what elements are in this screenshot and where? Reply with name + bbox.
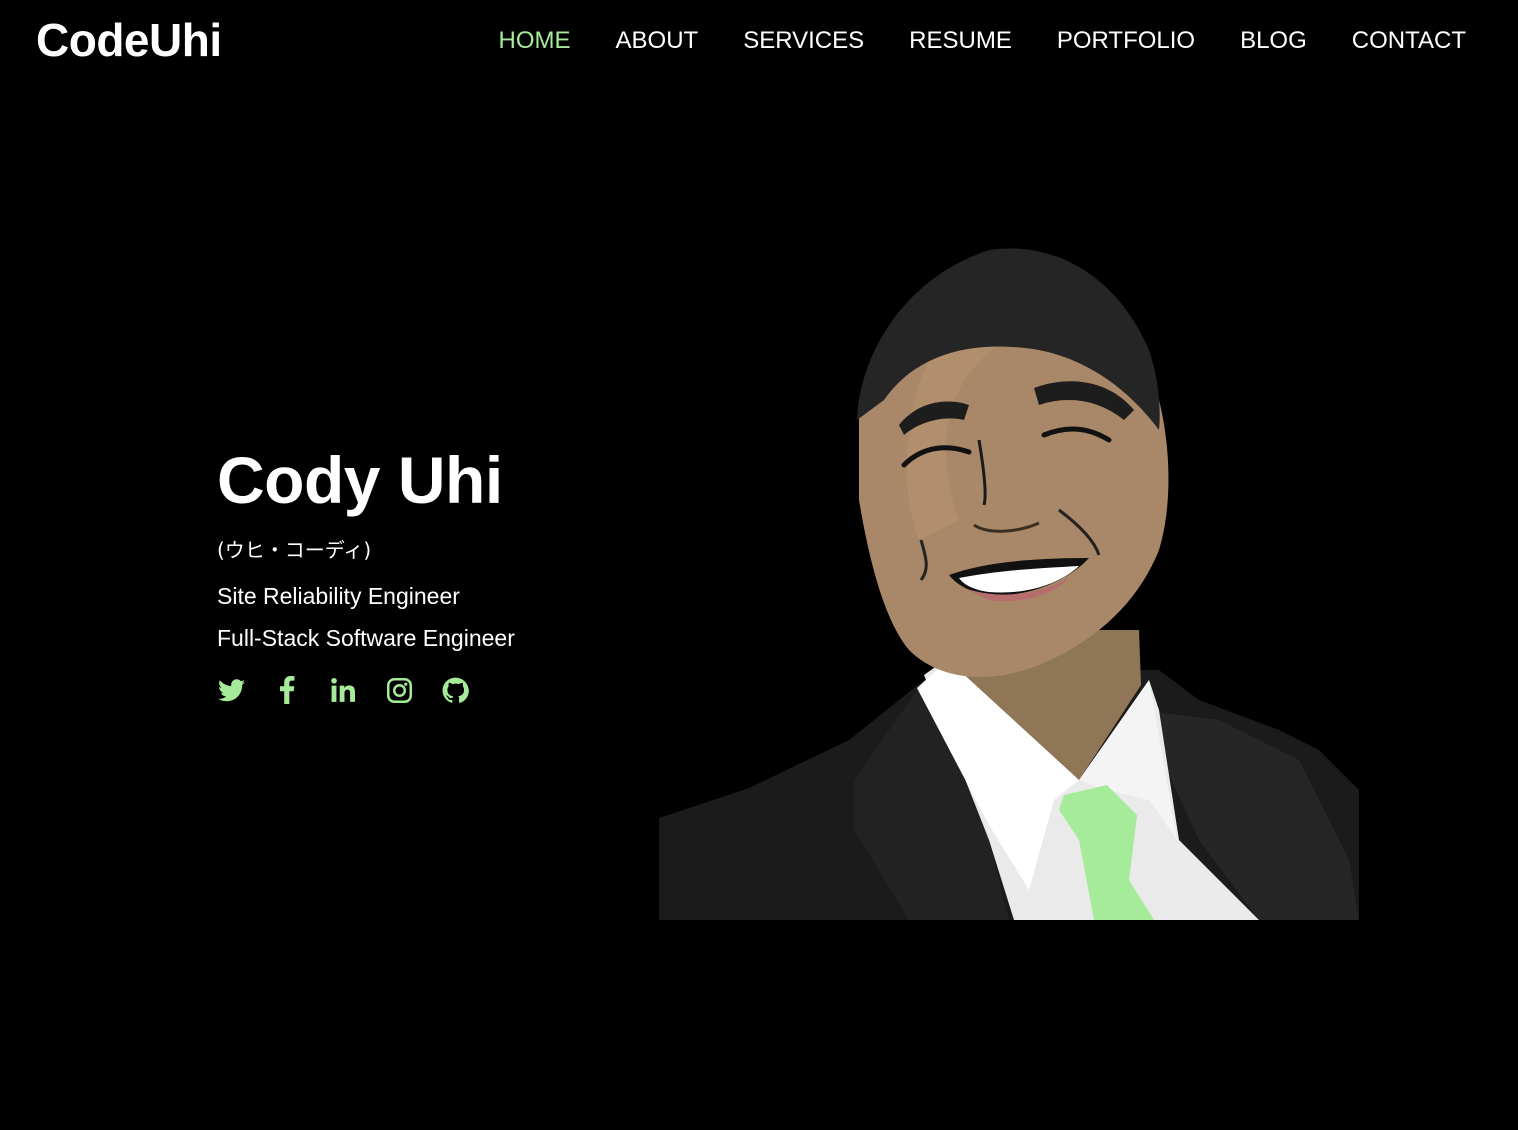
hero-role-fullstack: Full-Stack Software Engineer (217, 625, 515, 651)
nav-blog-link[interactable]: BLOG (1240, 26, 1307, 56)
social-links (217, 676, 637, 704)
hero-intro: Cody Uhi (ウヒ・コーディ) Site Reliability Engi… (217, 440, 637, 704)
github-icon (442, 677, 469, 703)
site-logo[interactable]: CodeUhi (36, 14, 222, 66)
linkedin-icon (330, 677, 355, 702)
nav-contact-link[interactable]: CONTACT (1352, 26, 1466, 56)
nav-resume-link[interactable]: RESUME (909, 26, 1012, 56)
linkedin-link[interactable] (329, 676, 357, 704)
facebook-link[interactable] (273, 676, 301, 704)
portrait-illustration (659, 248, 1359, 920)
hero-kana-name: (ウヒ・コーディ) (217, 538, 372, 562)
twitter-link[interactable] (217, 676, 245, 704)
hero-role-sre: Site Reliability Engineer (217, 583, 460, 609)
nav-about-link[interactable]: ABOUT (616, 26, 699, 56)
main-nav: HOME ABOUT SERVICES RESUME PORTFOLIO BLO… (454, 26, 1466, 56)
nav-home-link[interactable]: HOME (499, 26, 571, 56)
facebook-icon (280, 676, 295, 704)
github-link[interactable] (441, 676, 469, 704)
twitter-icon (217, 678, 245, 701)
instagram-link[interactable] (385, 676, 413, 704)
page: CodeUhi HOME ABOUT SERVICES RESUME PORTF… (0, 0, 1518, 1130)
instagram-icon (386, 677, 412, 703)
nav-services-link[interactable]: SERVICES (743, 26, 864, 56)
hero-name: Cody Uhi (217, 443, 503, 517)
top-navbar: CodeUhi HOME ABOUT SERVICES RESUME PORTF… (0, 0, 1518, 84)
nav-portfolio-link[interactable]: PORTFOLIO (1057, 26, 1195, 56)
